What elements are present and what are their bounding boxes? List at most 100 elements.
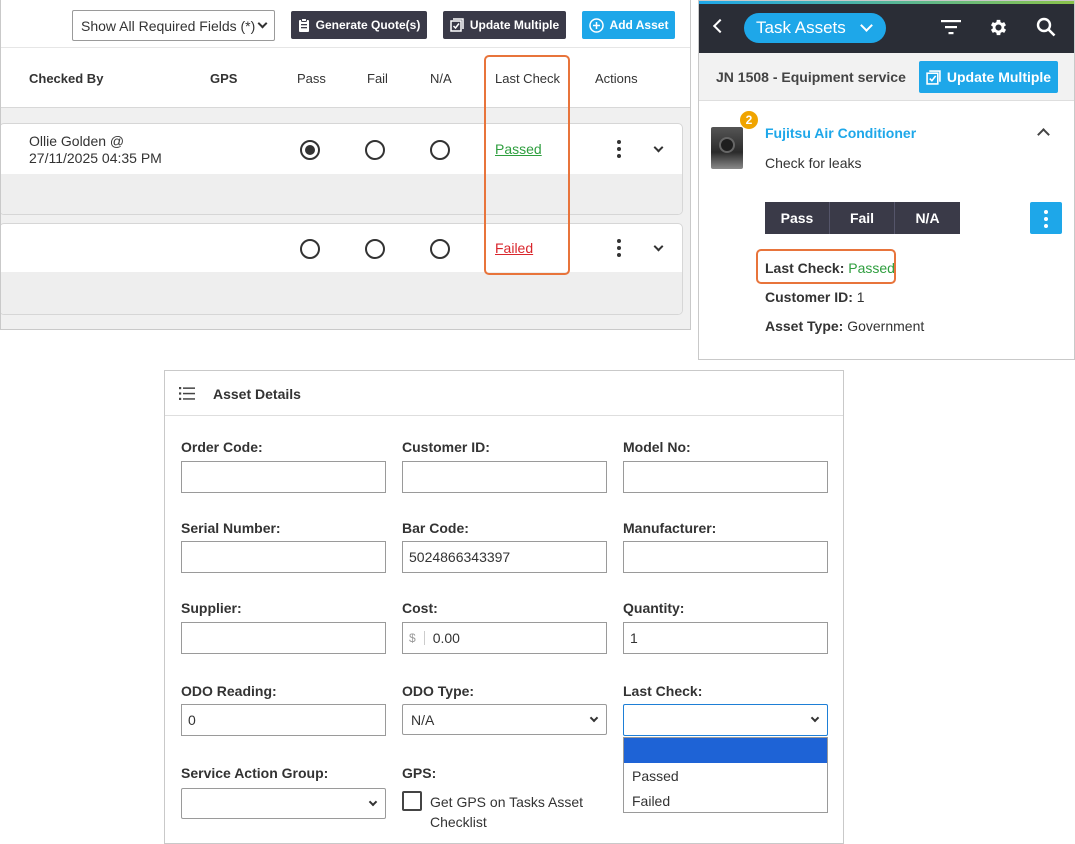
asset-task-text: Check for leaks (765, 155, 862, 171)
cost-label: Cost: (402, 600, 438, 616)
customer-id-label: Customer ID: (765, 289, 853, 305)
chevron-down-icon (368, 797, 378, 806)
asset-details-panel: Asset Details Order Code: Customer ID: M… (164, 370, 844, 844)
odo-type-select[interactable]: N/A (402, 704, 607, 735)
gear-icon[interactable] (988, 17, 1009, 38)
table-row: Ollie Golden @ 27/11/2025 04:35 PM Passe… (1, 123, 683, 215)
gps-checkbox-label[interactable]: Get GPS on Tasks Asset Checklist (430, 792, 583, 832)
fan-grille (719, 137, 735, 153)
na-radio[interactable] (430, 140, 450, 160)
table-row: Failed (1, 223, 683, 315)
service-action-group-label: Service Action Group: (181, 765, 329, 781)
task-assets-dropdown[interactable]: Task Assets (744, 13, 886, 43)
row-actions-kebab-icon[interactable] (617, 140, 621, 161)
cost-value: 0.00 (432, 630, 460, 646)
last-check-column-highlight (484, 55, 570, 275)
supplier-label: Supplier: (181, 600, 242, 616)
app-bar-accent-stripe (699, 1, 1074, 4)
manufacturer-input[interactable] (623, 541, 828, 573)
dropdown-option-passed[interactable]: Passed (624, 763, 827, 788)
pass-radio[interactable] (300, 239, 320, 259)
back-arrow-icon[interactable] (712, 18, 728, 34)
multi-check-icon (450, 18, 464, 32)
chevron-down-icon (589, 713, 599, 722)
column-header-na: N/A (430, 71, 452, 86)
update-multiple-button[interactable]: Update Multiple (919, 61, 1058, 93)
expand-row-chevron-icon[interactable] (653, 142, 664, 153)
cost-input[interactable]: $ 0.00 (402, 622, 607, 654)
column-header-fail: Fail (367, 71, 388, 86)
gps-checkbox[interactable] (402, 791, 422, 811)
row-actions-kebab-icon[interactable] (617, 239, 621, 260)
serial-number-label: Serial Number: (181, 520, 281, 536)
dropdown-option-failed[interactable]: Failed (624, 788, 827, 813)
filter-select-value: Show All Required Fields (*) (81, 17, 256, 34)
quantity-input[interactable]: 1 (623, 622, 828, 654)
column-header-gps: GPS (210, 71, 238, 86)
job-title: JN 1508 - Equipment service (716, 69, 906, 85)
gps-label: GPS: (402, 765, 437, 781)
job-subheader: JN 1508 - Equipment service Update Multi… (699, 53, 1074, 101)
last-check-label: Last Check: (623, 683, 703, 699)
list-icon (179, 387, 195, 400)
generate-quotes-label: Generate Quote(s) (315, 18, 421, 32)
generate-quotes-button[interactable]: Generate Quote(s) (291, 11, 427, 39)
search-icon[interactable] (1036, 17, 1056, 37)
required-fields-filter-select[interactable]: Show All Required Fields (*) (72, 10, 275, 41)
asset-count-badge: 2 (739, 110, 759, 130)
fail-segment-button[interactable]: Fail (830, 202, 895, 234)
asset-details-header: Asset Details (165, 371, 843, 416)
odo-reading-input[interactable]: 0 (181, 704, 386, 736)
update-multiple-label: Update Multiple (946, 69, 1052, 85)
update-multiple-label: Update Multiple (469, 18, 560, 32)
asset-type-row: Asset Type: Government (765, 318, 924, 334)
mobile-task-assets-panel: Task Assets JN 1508 - Equipment service … (698, 0, 1075, 360)
collapse-chevron-up-icon[interactable] (1037, 128, 1050, 141)
asset-type-value: Government (847, 318, 925, 334)
bar-code-input[interactable]: 5024866343397 (402, 541, 607, 573)
update-multiple-button[interactable]: Update Multiple (443, 11, 566, 39)
bar-code-label: Bar Code: (402, 520, 469, 536)
customer-id-input[interactable] (402, 461, 607, 493)
pass-radio[interactable] (300, 140, 320, 160)
plus-circle-icon (588, 17, 604, 33)
fail-radio[interactable] (365, 140, 385, 160)
checked-by-name: Ollie Golden @ (29, 133, 125, 149)
service-action-group-select[interactable] (181, 788, 386, 819)
pass-segment-button[interactable]: Pass (765, 202, 830, 234)
app-title: Task Assets (756, 18, 846, 37)
customer-id-value: 1 (856, 289, 865, 305)
filter-icon[interactable] (941, 19, 961, 35)
add-asset-button[interactable]: Add Asset (582, 11, 675, 39)
last-check-dropdown-list: Passed Failed (623, 737, 828, 813)
clipboard-icon (298, 18, 309, 32)
checked-by-cell: Ollie Golden @ 27/11/2025 04:35 PM (29, 133, 162, 167)
order-code-label: Order Code: (181, 439, 263, 455)
supplier-input[interactable] (181, 622, 386, 654)
model-no-input[interactable] (623, 461, 828, 493)
quantity-label: Quantity: (623, 600, 685, 616)
last-check-select[interactable] (623, 704, 828, 736)
gps-checkbox-label-line2: Checklist (430, 814, 487, 830)
serial-number-input[interactable] (181, 541, 386, 573)
asset-thumbnail-image (711, 127, 743, 169)
fail-radio[interactable] (365, 239, 385, 259)
na-segment-button[interactable]: N/A (895, 202, 960, 234)
prefix-divider (423, 631, 425, 645)
customer-id-label: Customer ID: (402, 439, 490, 455)
odo-type-label: ODO Type: (402, 683, 475, 699)
dropdown-option-blank[interactable] (624, 738, 827, 763)
last-check-highlight (756, 249, 896, 284)
app-bar: Task Assets (699, 1, 1074, 53)
column-header-pass: Pass (297, 71, 326, 86)
expand-row-chevron-icon[interactable] (653, 241, 664, 252)
table-toolbar: Show All Required Fields (*) Generate Qu… (1, 0, 690, 48)
asset-more-options-button[interactable] (1030, 202, 1062, 234)
na-radio[interactable] (430, 239, 450, 259)
asset-name-link[interactable]: Fujitsu Air Conditioner (765, 125, 916, 141)
chevron-down-icon (257, 18, 268, 29)
gps-checkbox-label-line1: Get GPS on Tasks Asset (430, 794, 584, 810)
odo-type-value: N/A (411, 711, 435, 728)
order-code-input[interactable] (181, 461, 386, 493)
odo-reading-label: ODO Reading: (181, 683, 277, 699)
